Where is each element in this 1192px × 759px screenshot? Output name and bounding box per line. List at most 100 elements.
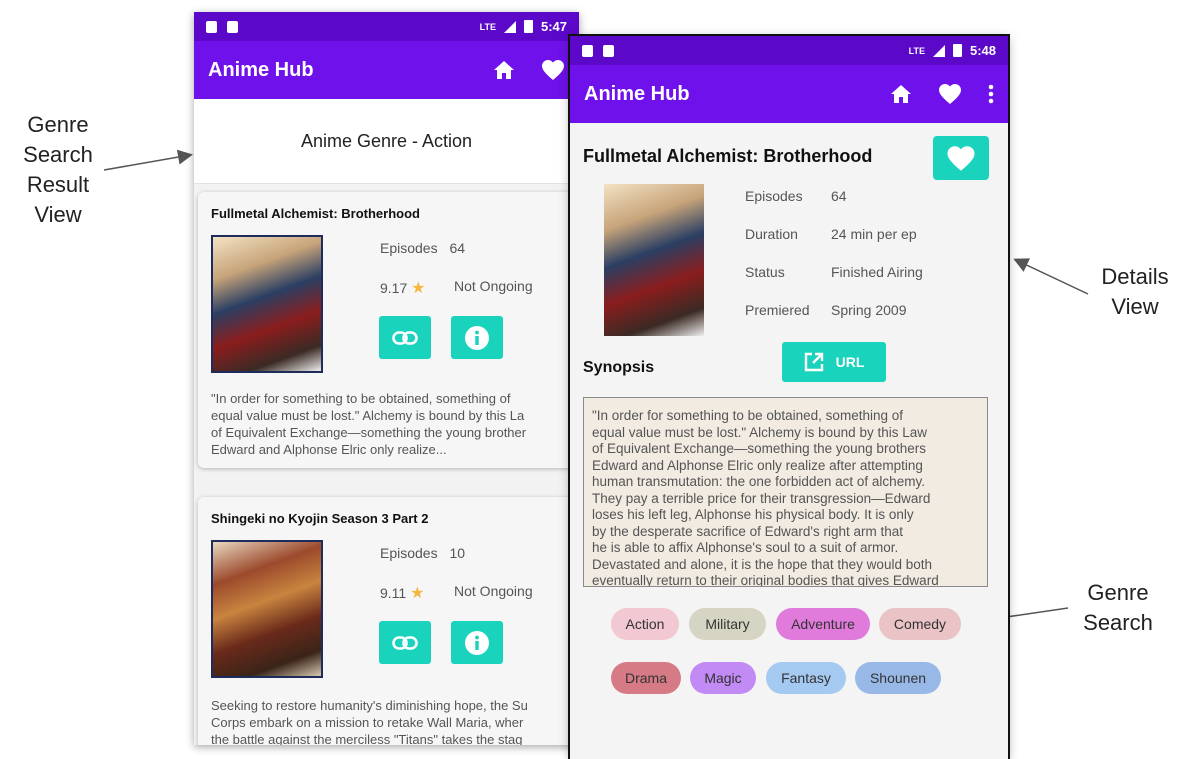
anime-card[interactable]: Fullmetal Alchemist: Brotherhood Episode…	[198, 192, 578, 468]
synopsis-line: Seeking to restore humanity's diminishin…	[211, 698, 528, 713]
info-icon	[465, 630, 489, 655]
score-value: 9.11	[380, 585, 407, 601]
annotation-line: Result	[26, 172, 90, 197]
app-title: Anime Hub	[208, 58, 314, 81]
status-bar: LTE 5:47	[194, 12, 579, 41]
synopsis-line: eventually return to their original bodi…	[592, 573, 939, 587]
info-button[interactable]	[451, 316, 503, 359]
score-value: 9.17	[380, 280, 408, 296]
anime-card[interactable]: Shingeki no Kyojin Season 3 Part 2 Episo…	[198, 497, 578, 745]
synopsis-line: he is able to affix Alphonse's soul to a…	[592, 540, 899, 555]
synopsis-line: Edward and Alphonse Elric only realize..…	[211, 442, 447, 457]
star-icon: ★	[411, 280, 426, 297]
home-icon[interactable]	[493, 60, 515, 80]
link-button[interactable]	[379, 316, 431, 359]
anime-card-title: Shingeki no Kyojin Season 3 Part 2	[211, 511, 429, 526]
synopsis-line: "In order for something to be obtained, …	[592, 408, 903, 423]
annotation-line: Search	[23, 142, 93, 167]
link-icon	[392, 635, 418, 650]
status-time: 5:48	[969, 43, 996, 58]
genre-chip-military[interactable]: Military	[689, 608, 766, 640]
anime-poster	[604, 184, 704, 336]
network-type: LTE	[479, 21, 496, 32]
battery-icon	[952, 44, 962, 57]
heart-icon[interactable]	[541, 59, 565, 81]
genre-heading: Anime Genre - Action	[194, 99, 579, 184]
anime-synopsis: Seeking to restore humanity's diminishin…	[211, 697, 579, 745]
home-icon[interactable]	[890, 84, 912, 104]
genre-chip-action[interactable]: Action	[611, 608, 679, 640]
status-time: 5:47	[540, 19, 567, 34]
annotation-genre-result: Genre Search Result View	[8, 110, 108, 230]
arrow-genre-result	[103, 149, 193, 171]
arrow-details	[1013, 258, 1089, 295]
link-button[interactable]	[379, 621, 431, 664]
genre-chip-comedy[interactable]: Comedy	[879, 608, 961, 640]
episodes-value: 10	[449, 545, 466, 561]
genre-search-result-screen: LTE 5:47 Anime Hub Anime Genre - Action …	[194, 12, 579, 745]
genre-chip-fantasy[interactable]: Fantasy	[766, 662, 846, 694]
detail-value: Finished Airing	[831, 264, 923, 280]
synopsis-line: equal value must be lost." Alchemy is bo…	[592, 424, 927, 440]
network-type: LTE	[908, 45, 925, 56]
app-title: Anime Hub	[584, 82, 690, 105]
airing-status: Not Ongoing	[454, 278, 533, 294]
anime-poster	[211, 235, 323, 373]
signal-icon	[503, 20, 516, 33]
synopsis-line: "In order for something to be obtained, …	[211, 391, 511, 406]
annotation-line: Genre	[27, 112, 89, 137]
info-button[interactable]	[451, 621, 503, 664]
detail-label: Duration	[745, 226, 798, 242]
annotation-line: View	[1111, 294, 1159, 319]
link-icon	[392, 330, 418, 345]
url-button-label: URL	[835, 354, 865, 370]
anime-card-title: Fullmetal Alchemist: Brotherhood	[211, 206, 420, 221]
signal-icon	[932, 44, 945, 57]
synopsis-line: Devastated and alone, it is the hope tha…	[592, 556, 932, 572]
url-button[interactable]: URL	[782, 342, 886, 382]
favorite-button[interactable]	[933, 136, 989, 180]
app-bar: Anime Hub	[194, 41, 579, 99]
synopsis-line: loses his left leg, Alphonse his physica…	[592, 507, 914, 522]
info-icon	[465, 325, 489, 350]
annotation-details: Details View	[1090, 262, 1180, 322]
anime-poster	[211, 540, 323, 678]
anime-title: Fullmetal Alchemist: Brotherhood	[583, 146, 873, 166]
notification-icon	[227, 20, 238, 33]
synopsis-line: by the desperate sacrifice of Edward's r…	[592, 523, 903, 539]
genre-chip-magic[interactable]: Magic	[690, 662, 756, 694]
airing-status: Not Ongoing	[454, 583, 533, 599]
heart-icon[interactable]	[938, 83, 962, 105]
notification-icon	[603, 44, 614, 57]
battery-icon	[523, 20, 533, 33]
annotation-line: Search	[1083, 610, 1153, 635]
synopsis-box[interactable]: "In order for something to be obtained, …	[583, 397, 988, 587]
anime-synopsis: "In order for something to be obtained, …	[211, 390, 579, 458]
synopsis-label: Synopsis	[583, 359, 655, 376]
annotation-line: Genre	[1087, 580, 1149, 605]
details-screen: LTE 5:48 Anime Hub Fullmetal Alchemist: …	[570, 36, 1008, 759]
open-in-new-icon	[804, 352, 823, 372]
annotation-line: Details	[1101, 264, 1169, 289]
detail-label: Status	[745, 264, 785, 280]
synopsis-line: equal value must be lost." Alchemy is bo…	[211, 408, 525, 423]
synopsis-line: They pay a terrible price for their tran…	[592, 490, 931, 506]
synopsis-line: the battle against the merciless "Titans…	[211, 732, 523, 745]
detail-value: 64	[831, 188, 847, 204]
detail-value: Spring 2009	[831, 302, 907, 318]
detail-label: Premiered	[745, 302, 810, 318]
annotation-genre-search: Genre Search	[1068, 578, 1168, 638]
status-bar: LTE 5:48	[570, 36, 1008, 65]
more-vert-icon[interactable]	[988, 84, 994, 104]
synopsis-line: Edward and Alphonse Elric only realize a…	[592, 457, 923, 473]
genre-chip-adventure[interactable]: Adventure	[776, 608, 870, 640]
synopsis-line: Corps embark on a mission to retake Wall…	[211, 715, 524, 730]
heart-icon	[947, 145, 975, 171]
genre-chip-drama[interactable]: Drama	[611, 662, 681, 694]
synopsis-line: of Equivalent Exchange—something the you…	[592, 441, 926, 456]
episodes-value: 64	[449, 240, 466, 256]
app-bar: Anime Hub	[570, 65, 1008, 123]
genre-chip-shounen[interactable]: Shounen	[855, 662, 941, 694]
synopsis-line: of Equivalent Exchange—something the you…	[211, 425, 527, 440]
episodes-label: Episodes	[380, 545, 438, 561]
